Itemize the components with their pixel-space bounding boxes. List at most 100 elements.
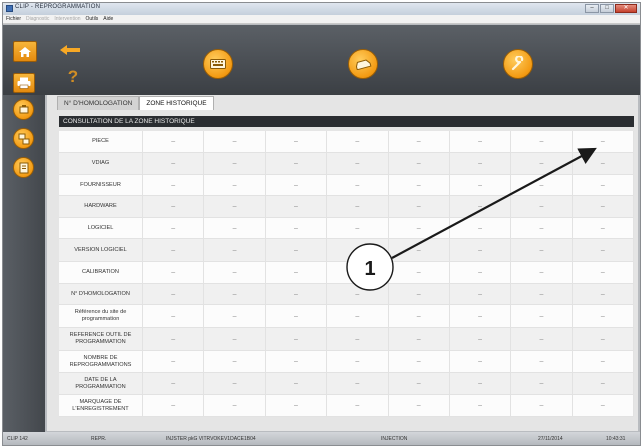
vehicle-button[interactable]	[348, 49, 378, 79]
table-cell: –	[204, 153, 266, 175]
status-time: 10:43:31	[606, 435, 626, 442]
table-cell: –	[327, 262, 389, 284]
table-cell: –	[388, 351, 450, 373]
table-cell: –	[143, 351, 205, 373]
table-cell: –	[265, 395, 328, 417]
row-label: N° D'HOMOLOGATION	[59, 284, 143, 305]
menu-outils[interactable]: Outils	[86, 16, 99, 22]
table-cell: –	[143, 284, 205, 305]
table-cell: –	[511, 196, 573, 218]
window-title: CLIP - REPROGRAMMATION	[15, 4, 101, 10]
keyboard-button[interactable]	[203, 49, 233, 79]
tab-bar: N° D'HOMOLOGATION ZONE HISTORIQUE	[57, 96, 214, 110]
table-cell: –	[511, 351, 573, 373]
table-row: CALIBRATION – – – – – – – –	[59, 262, 634, 284]
table-row: DATE DE LA PROGRAMMATION – – – – – – – –	[59, 373, 634, 395]
status-date: 27/11/2014	[538, 435, 563, 442]
ecu-button-1[interactable]	[13, 99, 34, 120]
table-cell: –	[511, 305, 573, 328]
table-cell: –	[265, 305, 328, 328]
table-cell: –	[204, 239, 266, 262]
table-cell: –	[143, 395, 205, 417]
table-cell: –	[327, 131, 389, 153]
row-label: LOGICIEL	[59, 218, 143, 239]
wrench-icon	[511, 56, 524, 71]
car-icon	[355, 59, 372, 70]
table-cell: –	[265, 239, 328, 262]
toolbar: ?	[3, 25, 640, 95]
application-window: CLIP - REPROGRAMMATION – □ ✕ Fichier Dia…	[2, 2, 641, 446]
main-content: N° D'HOMOLOGATION ZONE HISTORIQUE CONSUL…	[47, 95, 638, 431]
table-cell: –	[204, 131, 266, 153]
table-cell: –	[204, 328, 266, 351]
menu-aide[interactable]: Aide	[103, 16, 113, 22]
home-button[interactable]	[13, 41, 37, 62]
row-label: FOURNISSEUR	[59, 175, 143, 196]
table-cell: –	[449, 262, 512, 284]
table-row: Référence du site de programmation – – – – – –…	[59, 305, 634, 328]
status-bar: CLIP 142 REPR. INJSTER pkG VITRVOKEV1DAC…	[3, 432, 640, 445]
table-cell: –	[572, 351, 634, 373]
home-icon	[19, 46, 31, 57]
table-cell: –	[511, 175, 573, 196]
table-cell: –	[204, 305, 266, 328]
table-cell: –	[511, 239, 573, 262]
table-cell: –	[449, 196, 512, 218]
document-button[interactable]	[13, 157, 34, 178]
ecu-icon	[19, 104, 28, 113]
row-label: DATE DE LA PROGRAMMATION	[59, 373, 143, 395]
status-mode: REPR.	[91, 435, 107, 442]
table-cell: –	[327, 351, 389, 373]
table-cell: –	[265, 196, 328, 218]
table-cell: –	[204, 351, 266, 373]
maximize-button[interactable]: □	[600, 4, 614, 13]
table-cell: –	[388, 284, 450, 305]
help-button[interactable]: ?	[63, 65, 83, 89]
table-cell: –	[327, 196, 389, 218]
table-row: LOGICIEL – – – – – – – –	[59, 218, 634, 239]
tab-zone-historique[interactable]: ZONE HISTORIQUE	[139, 96, 214, 110]
row-label: PIECE	[59, 131, 143, 153]
table-cell: –	[449, 239, 512, 262]
menu-fichier[interactable]: Fichier	[6, 16, 21, 22]
row-label: HARDWARE	[59, 196, 143, 218]
table-cell: –	[572, 239, 634, 262]
table-cell: –	[511, 262, 573, 284]
table-cell: –	[327, 395, 389, 417]
table-cell: –	[572, 218, 634, 239]
table-cell: –	[327, 175, 389, 196]
table-cell: –	[572, 395, 634, 417]
table-cell: –	[143, 305, 205, 328]
table-cell: –	[388, 175, 450, 196]
table-cell: –	[265, 218, 328, 239]
table-cell: –	[265, 153, 328, 175]
table-cell: –	[572, 328, 634, 351]
table-row: HARDWARE – – – – – – – –	[59, 196, 634, 218]
table-cell: –	[572, 373, 634, 395]
table-row: MARQUAGE DE L'ENREGISTREMENT – – – – – – – –	[59, 395, 634, 417]
table-cell: –	[449, 351, 512, 373]
table-cell: –	[143, 131, 205, 153]
table-cell: –	[204, 196, 266, 218]
back-button[interactable]	[56, 41, 84, 59]
table-cell: –	[388, 395, 450, 417]
tools-button[interactable]	[503, 49, 533, 79]
ecu-swap-icon	[18, 133, 29, 144]
table-cell: –	[204, 262, 266, 284]
status-tool-id: CLIP 142	[7, 435, 28, 442]
table-cell: –	[511, 395, 573, 417]
tab-homologation[interactable]: N° D'HOMOLOGATION	[57, 96, 140, 110]
table-cell: –	[511, 328, 573, 351]
table-cell: –	[265, 328, 328, 351]
table-cell: –	[204, 284, 266, 305]
table-cell: –	[327, 153, 389, 175]
table-cell: –	[204, 373, 266, 395]
ecu-button-2[interactable]	[13, 128, 34, 149]
table-cell: –	[388, 305, 450, 328]
table-cell: –	[143, 239, 205, 262]
minimize-button[interactable]: –	[585, 4, 599, 13]
print-button[interactable]	[13, 73, 35, 93]
close-button[interactable]: ✕	[615, 4, 637, 13]
table-cell: –	[265, 131, 328, 153]
table-cell: –	[327, 239, 389, 262]
